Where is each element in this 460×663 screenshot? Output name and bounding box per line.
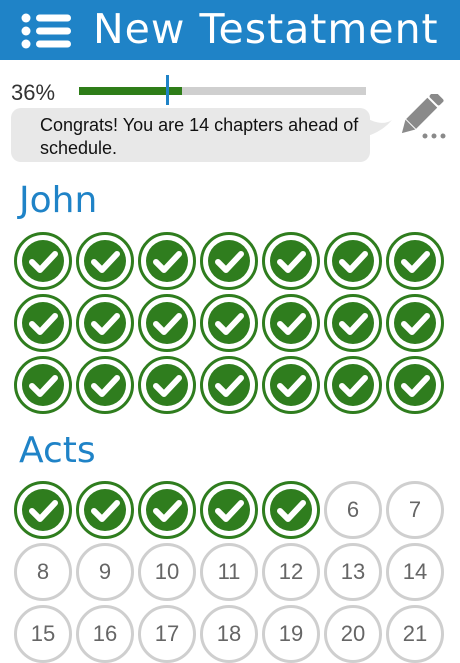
chapter-button[interactable]: 15 xyxy=(14,605,72,663)
pencil-icon[interactable] xyxy=(397,94,447,142)
checkmark-icon xyxy=(153,375,182,397)
checkmark-icon xyxy=(339,251,368,273)
page-title: New Testatment xyxy=(93,5,439,53)
app-header: New Testatment xyxy=(0,0,460,60)
chapter-done-button[interactable] xyxy=(200,294,258,352)
chapter-done-button[interactable] xyxy=(262,294,320,352)
chapter-done-button[interactable] xyxy=(386,232,444,290)
chapter-button[interactable]: 10 xyxy=(138,543,196,601)
chapter-button[interactable]: 14 xyxy=(386,543,444,601)
checkmark-icon xyxy=(29,313,58,335)
chapter-done-button[interactable] xyxy=(262,481,320,539)
chapter-button[interactable]: 17 xyxy=(138,605,196,663)
book-title-john: John xyxy=(19,180,98,221)
checkmark-icon xyxy=(91,313,120,335)
checkmark-icon xyxy=(29,500,58,522)
checkmark-icon xyxy=(277,251,306,273)
chapter-button[interactable]: 16 xyxy=(76,605,134,663)
schedule-message: Congrats! You are 14 chapters ahead of s… xyxy=(40,115,359,158)
chapter-done-button[interactable] xyxy=(386,356,444,414)
checkmark-icon xyxy=(215,251,244,273)
chapter-done-button[interactable] xyxy=(14,232,72,290)
chapter-done-button[interactable] xyxy=(14,356,72,414)
chapter-done-button[interactable] xyxy=(200,232,258,290)
chapter-done-button[interactable] xyxy=(76,232,134,290)
checkmark-icon xyxy=(277,313,306,335)
checkmark-icon xyxy=(91,500,120,522)
chapter-done-button[interactable] xyxy=(386,294,444,352)
menu-icon[interactable] xyxy=(20,11,72,51)
chapter-done-button[interactable] xyxy=(262,232,320,290)
chapter-done-button[interactable] xyxy=(138,356,196,414)
chapter-done-button[interactable] xyxy=(324,294,382,352)
chapter-done-button[interactable] xyxy=(200,481,258,539)
checkmark-icon xyxy=(153,500,182,522)
chapter-done-button[interactable] xyxy=(262,356,320,414)
checkmark-icon xyxy=(215,313,244,335)
book-title-acts: Acts xyxy=(19,430,96,471)
chapter-done-button[interactable] xyxy=(76,481,134,539)
schedule-message-bubble: Congrats! You are 14 chapters ahead of s… xyxy=(11,108,370,162)
chapter-done-button[interactable] xyxy=(14,481,72,539)
checkmark-icon xyxy=(277,500,306,522)
chapter-done-button[interactable] xyxy=(14,294,72,352)
chapter-done-button[interactable] xyxy=(200,356,258,414)
chapter-done-button[interactable] xyxy=(76,294,134,352)
checkmark-icon xyxy=(277,375,306,397)
checkmark-icon xyxy=(215,500,244,522)
checkmark-icon xyxy=(29,375,58,397)
chapter-button[interactable]: 21 xyxy=(386,605,444,663)
chapter-button[interactable]: 11 xyxy=(200,543,258,601)
chapter-done-button[interactable] xyxy=(324,356,382,414)
checkmark-icon xyxy=(339,375,368,397)
checkmark-icon xyxy=(401,251,430,273)
chapter-button[interactable]: 19 xyxy=(262,605,320,663)
chapter-button[interactable]: 8 xyxy=(14,543,72,601)
chapter-done-button[interactable] xyxy=(138,232,196,290)
checkmark-icon xyxy=(91,375,120,397)
checkmark-icon xyxy=(339,313,368,335)
schedule-marker xyxy=(166,75,169,105)
chapter-done-button[interactable] xyxy=(324,232,382,290)
checkmark-icon xyxy=(153,313,182,335)
progress-bar xyxy=(79,87,366,95)
checkmark-icon xyxy=(215,375,244,397)
chapter-done-button[interactable] xyxy=(76,356,134,414)
chapter-button[interactable]: 6 xyxy=(324,481,382,539)
checkmark-icon xyxy=(29,251,58,273)
chapter-button[interactable]: 18 xyxy=(200,605,258,663)
checkmark-icon xyxy=(401,375,430,397)
chapter-button[interactable]: 13 xyxy=(324,543,382,601)
checkmark-icon xyxy=(91,251,120,273)
chapter-button[interactable]: 9 xyxy=(76,543,134,601)
chapter-button[interactable]: 12 xyxy=(262,543,320,601)
chapter-button[interactable]: 20 xyxy=(324,605,382,663)
chapter-done-button[interactable] xyxy=(138,481,196,539)
checkmark-icon xyxy=(153,251,182,273)
progress-percent: 36% xyxy=(11,80,56,105)
chapter-button[interactable]: 7 xyxy=(386,481,444,539)
chapter-done-button[interactable] xyxy=(138,294,196,352)
checkmark-icon xyxy=(401,313,430,335)
